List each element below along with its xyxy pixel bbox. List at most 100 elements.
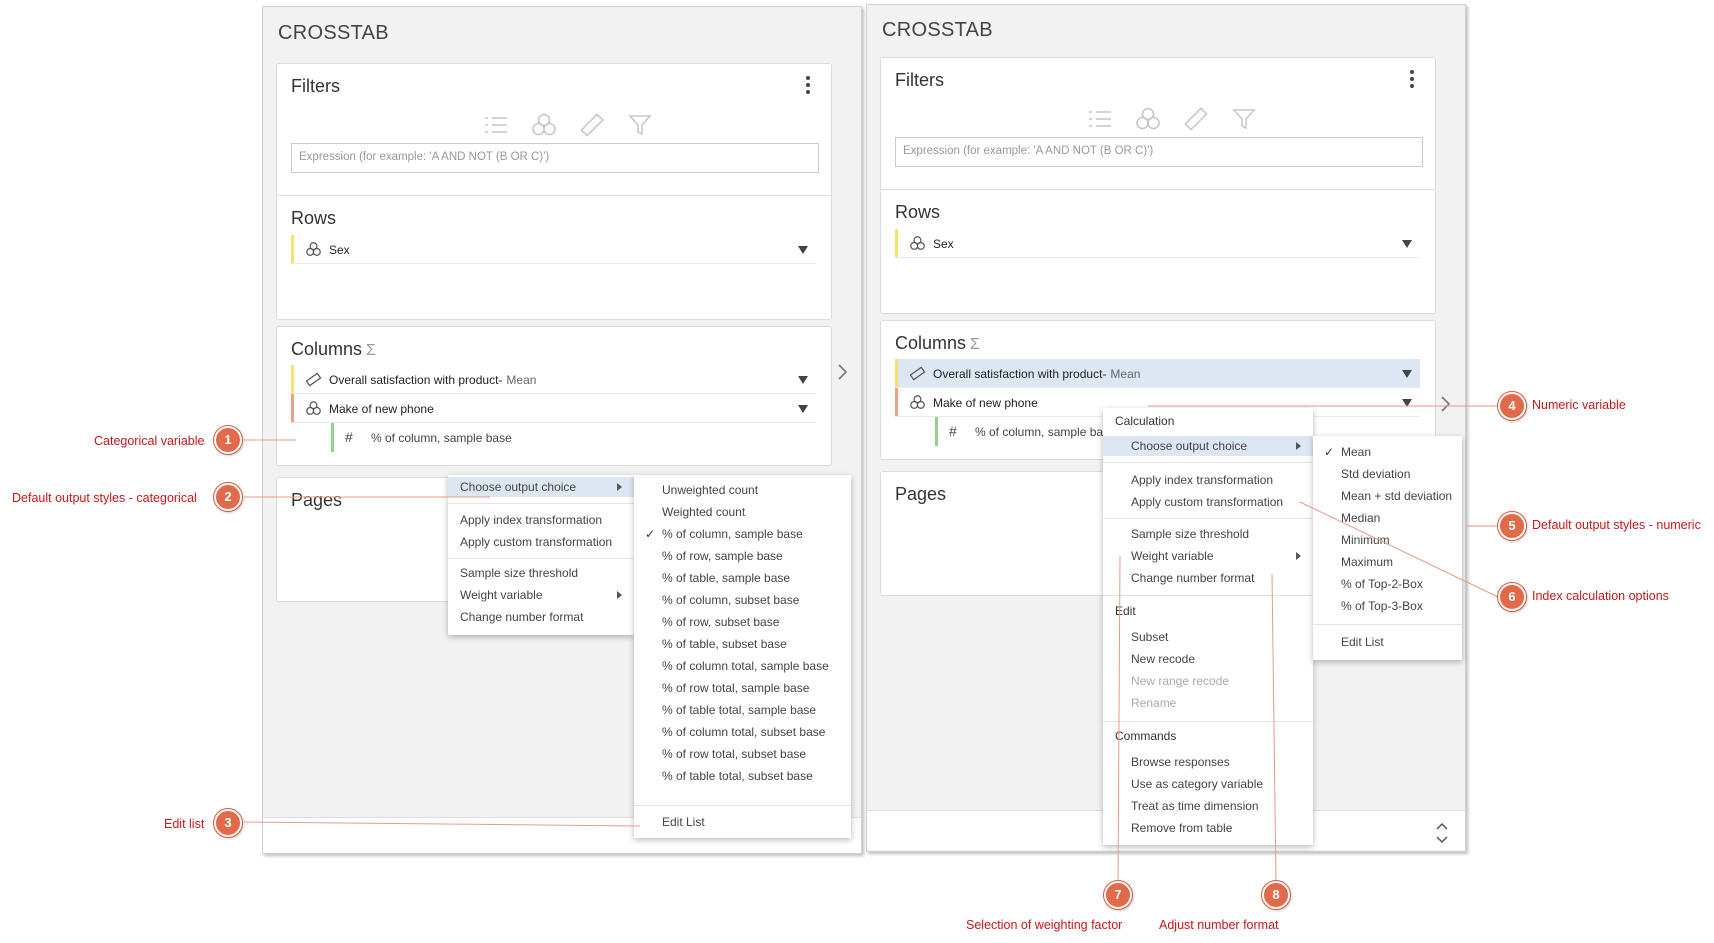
submenu-item[interactable]: % of table, sample base [634, 568, 851, 588]
submenu-item[interactable]: % of row, subset base [634, 612, 851, 632]
menu-item-rename: Rename [1131, 696, 1177, 710]
submenu-item[interactable]: Maximum [1313, 552, 1462, 572]
menu-item-change-format[interactable]: Change number format [1103, 568, 1313, 588]
dropdown-arrow-icon[interactable] [1402, 399, 1412, 407]
menu-item-apply-custom[interactable]: Apply custom transformation [448, 532, 634, 552]
more-options-icon[interactable] [1409, 70, 1415, 90]
categorical-icon [306, 401, 321, 415]
output-choice-row[interactable]: # % of column, sample base [935, 417, 1116, 446]
menu-item-new-range-recode: New range recode [1131, 674, 1230, 688]
numeric-ruler-icon [909, 366, 926, 381]
list-icon[interactable] [1086, 106, 1114, 132]
edit-list-item[interactable]: Edit List [1313, 632, 1462, 652]
filter-expression-input[interactable]: Expression (for example: 'A AND NOT (B O… [291, 143, 819, 173]
column-variable-make[interactable]: Make of new phone [291, 394, 816, 423]
chevron-right-icon[interactable] [836, 362, 850, 382]
menu-item-weight-variable[interactable]: Weight variable [1103, 546, 1313, 566]
submenu-item[interactable]: Minimum [1313, 530, 1462, 550]
row-variable-sex[interactable]: Sex [895, 229, 1420, 258]
menu-item-treat-as-time[interactable]: Treat as time dimension [1103, 796, 1313, 816]
submenu-item-checked[interactable]: ✓ Mean [1313, 442, 1462, 462]
dropdown-arrow-icon[interactable] [1402, 370, 1412, 378]
submenu-item[interactable]: Median [1313, 508, 1462, 528]
hash-icon: # [949, 423, 957, 439]
menu-item-apply-index[interactable]: Apply index transformation [448, 510, 634, 530]
output-choice-label: % of column, sample base [371, 431, 512, 445]
submenu-item[interactable]: Unweighted count [634, 480, 851, 500]
menu-item-apply-index[interactable]: Apply index transformation [1103, 470, 1313, 490]
filter-icon[interactable] [1230, 106, 1258, 132]
categorical-icon [910, 395, 925, 409]
edit-list-item[interactable]: Edit List [634, 812, 851, 832]
columns-title: Columns Σ [291, 339, 376, 359]
menu-item-choose-output[interactable]: Choose output choice [448, 477, 634, 497]
checkmark-icon: ✓ [1324, 445, 1335, 459]
callout-badge: 4 [1498, 392, 1526, 420]
rows-card: Rows Sex [276, 195, 832, 320]
pages-title: Pages [291, 490, 343, 510]
callout-badge: 8 [1262, 881, 1290, 909]
list-icon[interactable] [482, 112, 510, 138]
menu-item-sample-size[interactable]: Sample size threshold [448, 563, 634, 583]
submenu-item[interactable]: % of table total, sample base [634, 700, 851, 720]
categorical-icon [910, 236, 925, 250]
submenu-item[interactable]: % of Top-3-Box [1313, 596, 1462, 616]
menu-item-sample-size[interactable]: Sample size threshold [1103, 524, 1313, 544]
submenu-item[interactable]: % of column total, subset base [634, 722, 851, 742]
submenu-item[interactable]: Weighted count [634, 502, 851, 522]
annotation-label: Adjust number format [1159, 918, 1279, 932]
variable-label: Sex [329, 243, 350, 257]
menu-item-remove-from-table[interactable]: Remove from table [1103, 818, 1313, 838]
columns-card: Columns Σ Overall satisfaction with produ… [276, 326, 832, 466]
menu-item-new-recode[interactable]: New recode [1103, 649, 1313, 669]
output-choice-row[interactable]: # % of column, sample base [331, 423, 512, 452]
menu-item-use-as-category[interactable]: Use as category variable [1103, 774, 1313, 794]
filter-expression-input[interactable]: Expression (for example: 'A AND NOT (B O… [895, 137, 1423, 167]
annotation-label: Default output styles - categorical [12, 491, 197, 505]
row-variable-sex[interactable]: Sex [291, 235, 816, 264]
annotation-label: Index calculation options [1532, 589, 1669, 603]
categories-icon[interactable] [530, 112, 558, 138]
submenu-item[interactable]: % of row, sample base [634, 546, 851, 566]
submenu-item[interactable]: % of Top-2-Box [1313, 574, 1462, 594]
submenu-item[interactable]: % of column, subset base [634, 590, 851, 610]
submenu-item[interactable]: Std deviation [1313, 464, 1462, 484]
rows-title: Rows [895, 202, 941, 222]
menu-item-weight-variable[interactable]: Weight variable [448, 585, 634, 605]
filters-card: Filters Expression (for example: 'A AND … [880, 57, 1436, 192]
ruler-icon[interactable] [578, 112, 606, 138]
expand-collapse-icon[interactable] [1434, 820, 1450, 846]
menu-item-browse-responses[interactable]: Browse responses [1103, 752, 1313, 772]
context-menu-right: Calculation Choose output choice Apply i… [1103, 408, 1313, 845]
annotation-label: Selection of weighting factor [966, 918, 1123, 932]
submenu-item[interactable]: % of table total, subset base [634, 766, 851, 786]
ruler-icon[interactable] [1182, 106, 1210, 132]
dropdown-arrow-icon[interactable] [798, 376, 808, 384]
menu-item-change-format[interactable]: Change number format [448, 607, 634, 627]
menu-item-subset[interactable]: Subset [1103, 627, 1313, 647]
submenu-item[interactable]: % of column total, sample base [634, 656, 851, 676]
submenu-item[interactable]: Mean + std deviation [1313, 486, 1462, 506]
submenu-item[interactable]: % of row total, sample base [634, 678, 851, 698]
column-variable-satisfaction[interactable]: Overall satisfaction with product- Mean [291, 365, 816, 394]
chevron-right-icon[interactable] [1439, 394, 1453, 414]
menu-item-apply-custom[interactable]: Apply custom transformation [1103, 492, 1313, 512]
column-variable-satisfaction[interactable]: Overall satisfaction with product- Mean [895, 359, 1420, 388]
dropdown-arrow-icon[interactable] [798, 405, 808, 413]
submenu-item-checked[interactable]: ✓% of column, sample base [634, 524, 851, 544]
dropdown-arrow-icon[interactable] [798, 246, 808, 254]
sigma-icon[interactable]: Σ [970, 336, 980, 353]
submenu-item[interactable]: % of row total, subset base [634, 744, 851, 764]
submenu-item[interactable]: % of table, subset base [634, 634, 851, 654]
more-options-icon[interactable] [805, 76, 811, 96]
menu-item-choose-output[interactable]: Choose output choice [1103, 436, 1313, 456]
callout-badge: 2 [214, 483, 242, 511]
variable-label: Sex [933, 237, 954, 251]
checkmark-icon: ✓ [645, 527, 656, 541]
pages-title: Pages [895, 484, 947, 504]
filter-icon[interactable] [626, 112, 654, 138]
categories-icon[interactable] [1134, 106, 1162, 132]
sigma-icon[interactable]: Σ [366, 342, 376, 359]
dropdown-arrow-icon[interactable] [1402, 240, 1412, 248]
variable-label: Make of new phone [933, 396, 1038, 410]
